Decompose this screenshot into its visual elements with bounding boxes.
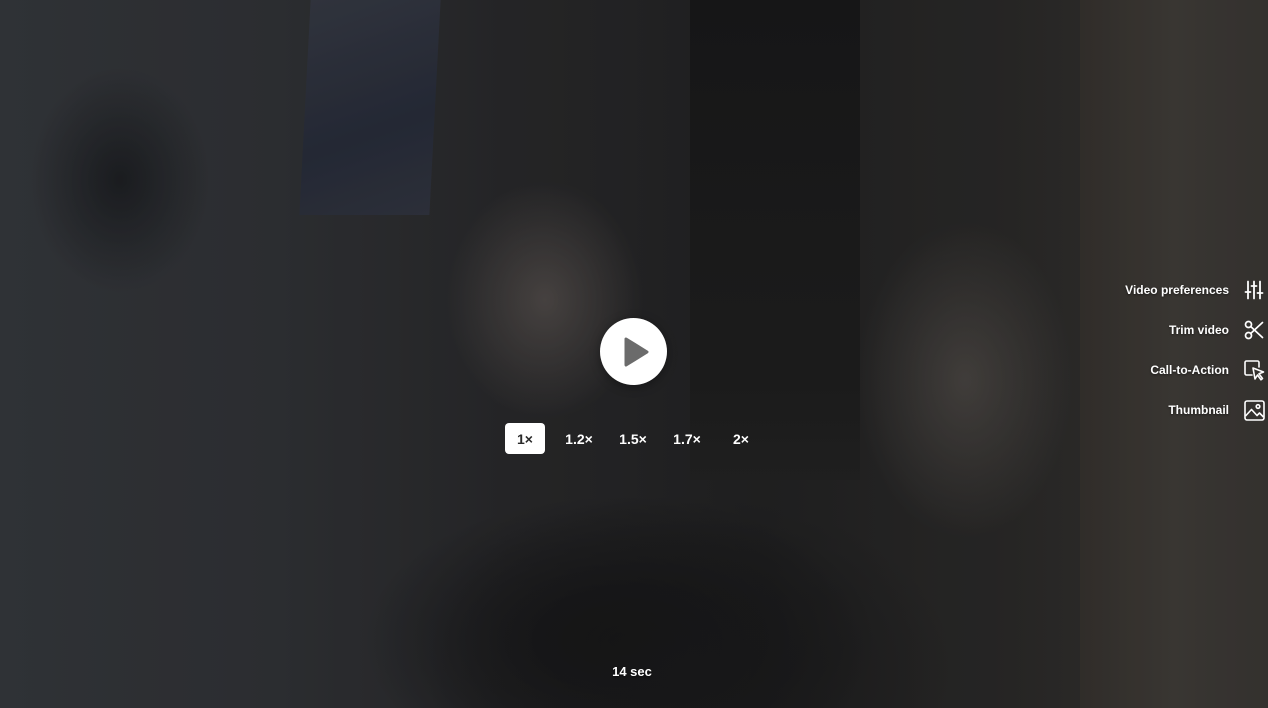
sliders-icon[interactable] xyxy=(1243,279,1265,301)
play-icon xyxy=(624,337,648,366)
speed-option-1x[interactable]: 1× xyxy=(505,423,545,454)
call-to-action-label: Call-to-Action xyxy=(1150,363,1229,377)
speed-option-1-5x[interactable]: 1.5× xyxy=(613,423,653,454)
call-to-action-button[interactable]: Call-to-Action xyxy=(1150,358,1265,382)
scissors-icon[interactable] xyxy=(1243,319,1265,341)
play-button[interactable] xyxy=(600,318,667,385)
trim-video-label: Trim video xyxy=(1168,323,1229,337)
video-preferences-button[interactable]: Video preferences xyxy=(1125,278,1265,302)
cursor-click-icon[interactable] xyxy=(1243,359,1265,381)
video-preferences-label: Video preferences xyxy=(1125,283,1229,297)
speed-option-2x[interactable]: 2× xyxy=(721,423,761,454)
speed-option-1-2x[interactable]: 1.2× xyxy=(559,423,599,454)
video-duration: 14 sec xyxy=(612,664,652,679)
trim-video-button[interactable]: Trim video xyxy=(1169,318,1265,342)
speed-option-1-7x[interactable]: 1.7× xyxy=(667,423,707,454)
video-actions-menu: Video preferences Trim video Call-to-Act… xyxy=(1125,278,1265,422)
thumbnail-label: Thumbnail xyxy=(1168,403,1229,417)
video-player[interactable]: 1× 1.2× 1.5× 1.7× 2× Video preferences T… xyxy=(0,0,1268,708)
thumbnail-button[interactable]: Thumbnail xyxy=(1168,398,1265,422)
playback-speed-selector: 1× 1.2× 1.5× 1.7× 2× xyxy=(505,423,761,454)
image-icon[interactable] xyxy=(1243,399,1265,421)
